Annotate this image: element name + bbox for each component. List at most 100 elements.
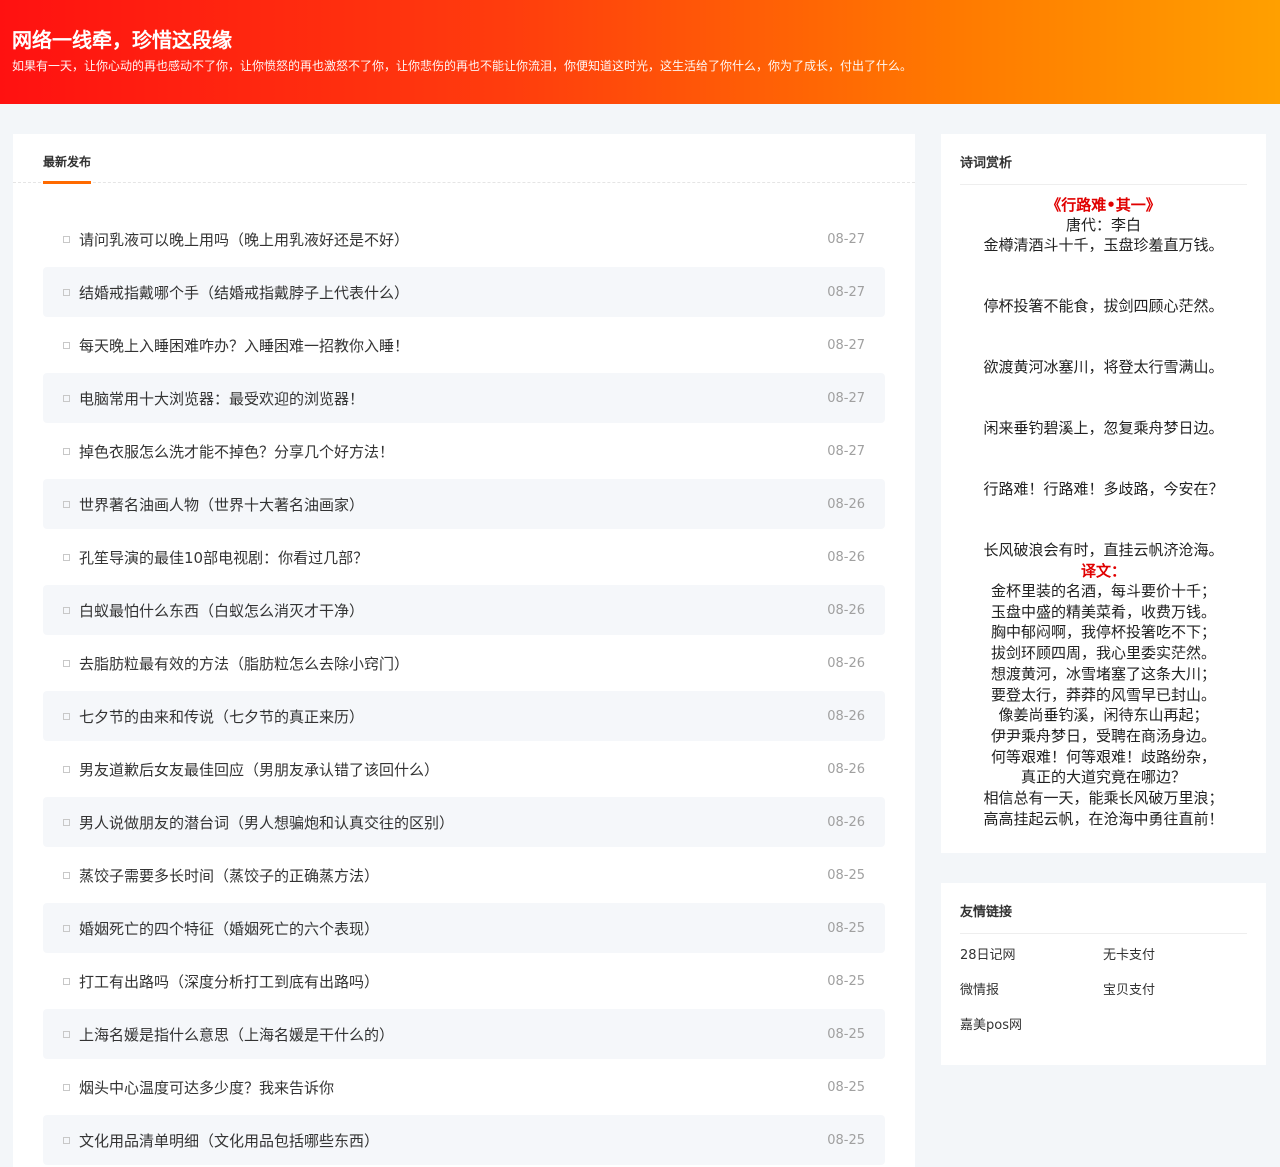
article-date: 08-25 <box>827 973 865 989</box>
poem-verse: 长风破浪会有时，直挂云帆济沧海。 <box>983 541 1224 559</box>
bullet-icon <box>63 818 70 826</box>
article-row[interactable]: 文化用品清单明细（文化用品包括哪些东西） 08-25 <box>43 1115 885 1165</box>
poem-translation: 金杯里装的名酒，每斗要价十千； 玉盘中盛的精美菜肴，收费万钱。 胸中郁闷啊，我停杯投… <box>960 581 1247 829</box>
bullet-icon <box>63 659 70 667</box>
bullet-icon <box>63 500 70 508</box>
article-row[interactable]: 请问乳液可以晚上用吗（晚上用乳液好还是不好） 08-27 <box>43 214 885 264</box>
article-row[interactable]: 结婚戒指戴哪个手（结婚戒指戴脖子上代表什么） 08-27 <box>43 267 885 317</box>
article-title[interactable]: 电脑常用十大浏览器：最受欢迎的浏览器！ <box>79 388 827 409</box>
translation-line: 像姜尚垂钓溪，闲待东山再起； <box>998 706 1209 725</box>
translation-line: 何等艰难！何等艰难！歧路纷杂， <box>990 747 1216 766</box>
article-date: 08-25 <box>827 920 865 936</box>
article-row[interactable]: 七夕节的由来和传说（七夕节的真正来历） 08-26 <box>43 691 885 741</box>
article-row[interactable]: 蒸饺子需要多长时间（蒸饺子的正确蒸方法） 08-25 <box>43 850 885 900</box>
poem-verse: 金樽清酒斗十千，玉盘珍羞直万钱。 <box>983 236 1224 254</box>
latest-posts-header: 最新发布 <box>13 134 915 184</box>
translation-line: 想渡黄河，冰雪堵塞了这条大川； <box>990 664 1216 683</box>
article-title[interactable]: 上海名媛是指什么意思（上海名媛是干什么的） <box>79 1024 827 1045</box>
translation-line: 真正的大道究竟在哪边？ <box>1020 768 1186 787</box>
article-date: 08-26 <box>827 814 865 830</box>
bullet-icon <box>63 235 70 243</box>
friend-link[interactable]: 微情报 <box>960 981 1103 1001</box>
article-title[interactable]: 结婚戒指戴哪个手（结婚戒指戴脖子上代表什么） <box>79 282 827 303</box>
friend-link[interactable]: 28日记网 <box>960 946 1103 966</box>
article-title[interactable]: 去脂肪粒最有效的方法（脂肪粒怎么去除小窍门） <box>79 653 827 674</box>
poem-title: 《行路难•其一》 <box>1046 196 1161 214</box>
bullet-icon <box>63 288 70 296</box>
article-title[interactable]: 打工有出路吗（深度分析打工到底有出路吗） <box>79 971 827 992</box>
bullet-icon <box>63 977 70 985</box>
article-row[interactable]: 男人说做朋友的潜台词（男人想骗炮和认真交往的区别） 08-26 <box>43 797 885 847</box>
article-date: 08-25 <box>827 867 865 883</box>
article-title[interactable]: 白蚁最怕什么东西（白蚁怎么消灭才干净） <box>79 600 827 621</box>
bullet-icon <box>63 1030 70 1038</box>
article-date: 08-25 <box>827 1026 865 1042</box>
latest-posts-tab[interactable]: 最新发布 <box>43 134 92 184</box>
poem-verses: 金樽清酒斗十千，玉盘珍羞直万钱。 停杯投箸不能食，拔剑四顾心茫然。 欲渡黄河冰塞川，… <box>960 235 1247 560</box>
article-row[interactable]: 男友道歉后女友最佳回应（男朋友承认错了该回什么） 08-26 <box>43 744 885 794</box>
article-row[interactable]: 打工有出路吗（深度分析打工到底有出路吗） 08-25 <box>43 956 885 1006</box>
links-widget: 友情链接 28日记网 无卡支付 微情报 宝贝支付 嘉美pos网 <box>941 883 1266 1065</box>
poem-author: 唐代：李白 <box>1065 216 1141 234</box>
article-date: 08-27 <box>827 337 865 353</box>
article-row[interactable]: 白蚁最怕什么东西（白蚁怎么消灭才干净） 08-26 <box>43 585 885 635</box>
article-date: 08-27 <box>827 231 865 247</box>
bullet-icon <box>63 1083 70 1091</box>
article-title[interactable]: 男友道歉后女友最佳回应（男朋友承认错了该回什么） <box>79 759 827 780</box>
article-title[interactable]: 文化用品清单明细（文化用品包括哪些东西） <box>79 1130 827 1151</box>
poem-verse: 欲渡黄河冰塞川，将登太行雪满山。 <box>983 358 1224 376</box>
site-description: 如果有一天，让你心动的再也感动不了你，让你愤怒的再也激怒不了你，让你悲伤的再也不… <box>12 59 913 73</box>
article-date: 08-26 <box>827 761 865 777</box>
friend-link[interactable]: 嘉美pos网 <box>960 1016 1103 1036</box>
article-title[interactable]: 婚姻死亡的四个特征（婚姻死亡的六个表现） <box>79 918 827 939</box>
article-date: 08-26 <box>827 549 865 565</box>
bullet-icon <box>63 447 70 455</box>
translation-line: 伊尹乘舟梦日，受聘在商汤身边。 <box>990 726 1216 745</box>
bullet-icon <box>63 606 70 614</box>
article-date: 08-26 <box>827 496 865 512</box>
friend-link[interactable]: 无卡支付 <box>1103 946 1246 966</box>
poem-verse: 闲来垂钓碧溪上，忽复乘舟梦日边。 <box>983 419 1224 437</box>
article-title[interactable]: 每天晚上入睡困难咋办？入睡困难一招教你入睡！ <box>79 335 827 356</box>
article-row[interactable]: 孔笙导演的最佳10部电视剧：你看过几部？ 08-26 <box>43 532 885 582</box>
bullet-icon <box>63 341 70 349</box>
article-title[interactable]: 烟头中心温度可达多少度？我来告诉你 <box>79 1077 827 1098</box>
translation-heading: 译文： <box>1080 562 1126 580</box>
article-title[interactable]: 七夕节的由来和传说（七夕节的真正来历） <box>79 706 827 727</box>
bullet-icon <box>63 394 70 402</box>
article-row[interactable]: 掉色衣服怎么洗才能不掉色？分享几个好方法！ 08-27 <box>43 426 885 476</box>
article-row[interactable]: 每天晚上入睡困难咋办？入睡困难一招教你入睡！ 08-27 <box>43 320 885 370</box>
bullet-icon <box>63 712 70 720</box>
site-title[interactable]: 网络一线牵，珍惜这段缘 <box>12 26 1268 54</box>
article-row[interactable]: 烟头中心温度可达多少度？我来告诉你 08-25 <box>43 1062 885 1112</box>
poem-verse: 停杯投箸不能食，拔剑四顾心茫然。 <box>983 297 1224 315</box>
article-row[interactable]: 电脑常用十大浏览器：最受欢迎的浏览器！ 08-27 <box>43 373 885 423</box>
article-date: 08-27 <box>827 443 865 459</box>
article-title[interactable]: 蒸饺子需要多长时间（蒸饺子的正确蒸方法） <box>79 865 827 886</box>
article-date: 08-26 <box>827 602 865 618</box>
translation-line: 拔剑环顾四周，我心里委实茫然。 <box>990 644 1216 663</box>
article-list: 请问乳液可以晚上用吗（晚上用乳液好还是不好） 08-27 结婚戒指戴哪个手（结婚戒指… <box>43 214 885 1167</box>
translation-line: 金杯里装的名酒，每斗要价十千； <box>990 582 1216 600</box>
friend-links: 28日记网 无卡支付 微情报 宝贝支付 嘉美pos网 <box>960 934 1247 1051</box>
article-row[interactable]: 去脂肪粒最有效的方法（脂肪粒怎么去除小窍门） 08-26 <box>43 638 885 688</box>
article-row[interactable]: 婚姻死亡的四个特征（婚姻死亡的六个表现） 08-25 <box>43 903 885 953</box>
translation-line: 胸中郁闷啊，我停杯投箸吃不下； <box>990 623 1216 642</box>
article-date: 08-25 <box>827 1079 865 1095</box>
article-title[interactable]: 掉色衣服怎么洗才能不掉色？分享几个好方法！ <box>79 441 827 462</box>
article-title[interactable]: 孔笙导演的最佳10部电视剧：你看过几部？ <box>79 547 827 568</box>
article-title[interactable]: 请问乳液可以晚上用吗（晚上用乳液好还是不好） <box>79 229 827 250</box>
article-row[interactable]: 世界著名油画人物（世界十大著名油画家） 08-26 <box>43 479 885 529</box>
article-date: 08-25 <box>827 1132 865 1148</box>
friend-link[interactable]: 宝贝支付 <box>1103 981 1246 1001</box>
translation-line: 高高挂起云帆，在沧海中勇往直前！ <box>983 809 1224 828</box>
article-title[interactable]: 世界著名油画人物（世界十大著名油画家） <box>79 494 827 515</box>
article-date: 08-26 <box>827 708 865 724</box>
article-date: 08-27 <box>827 284 865 300</box>
article-title[interactable]: 男人说做朋友的潜台词（男人想骗炮和认真交往的区别） <box>79 812 827 833</box>
poem-verse: 行路难！行路难！多歧路，今安在？ <box>983 480 1224 498</box>
article-date: 08-27 <box>827 390 865 406</box>
links-widget-heading: 友情链接 <box>960 883 1247 934</box>
bullet-icon <box>63 1136 70 1144</box>
article-row[interactable]: 上海名媛是指什么意思（上海名媛是干什么的） 08-25 <box>43 1009 885 1059</box>
